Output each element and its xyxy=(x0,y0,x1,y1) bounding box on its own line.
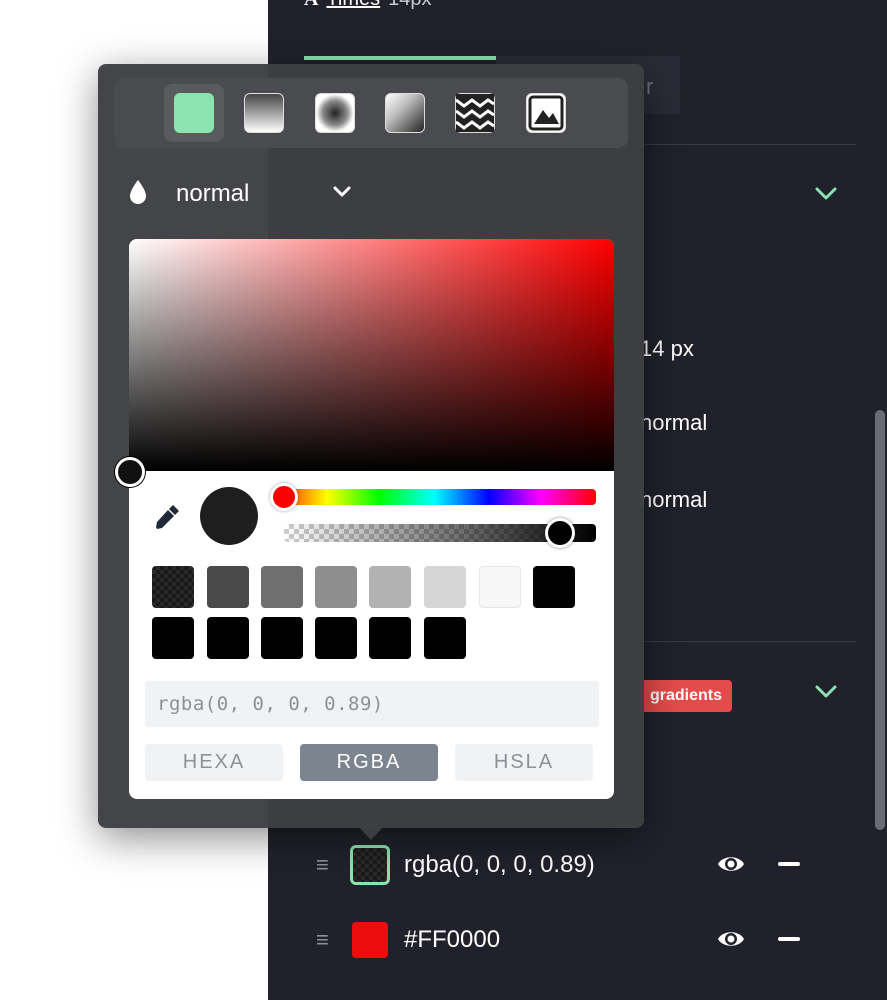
mode-rgba-button[interactable]: RGBA xyxy=(300,744,438,781)
remove-icon[interactable] xyxy=(778,862,800,866)
fill-layer-row[interactable]: ≡ #FF0000 xyxy=(316,915,836,965)
chevron-down-icon xyxy=(332,185,352,204)
preset-swatch[interactable] xyxy=(533,566,575,608)
preset-swatch[interactable] xyxy=(369,617,411,659)
popover-pointer xyxy=(358,826,384,840)
fill-swatch[interactable] xyxy=(350,845,390,885)
preset-swatch[interactable] xyxy=(152,617,194,659)
font-family-icon: A xyxy=(304,0,318,11)
solid-icon xyxy=(174,93,214,133)
preset-swatch[interactable] xyxy=(207,617,249,659)
font-style-field[interactable]: normal xyxy=(640,487,707,513)
font-size-field[interactable]: 14 px xyxy=(640,336,694,362)
preset-swatch[interactable] xyxy=(152,566,194,608)
fill-layer-row[interactable]: ≡ rgba(0, 0, 0, 0.89) xyxy=(316,840,836,890)
preset-swatch[interactable] xyxy=(315,566,357,608)
mode-hsla-button[interactable]: HSLA xyxy=(455,744,593,781)
fill-type-solid[interactable] xyxy=(164,84,224,142)
preset-swatch[interactable] xyxy=(369,566,411,608)
font-size-value: 14px xyxy=(388,0,431,11)
linear-gradient-icon xyxy=(244,93,284,133)
preset-swatch[interactable] xyxy=(207,566,249,608)
blend-mode-select[interactable]: normal xyxy=(128,176,408,212)
image-icon xyxy=(526,93,566,133)
eyedropper-icon[interactable] xyxy=(153,503,181,536)
gradients-badge: gradients xyxy=(640,680,733,712)
hue-slider[interactable] xyxy=(272,489,596,505)
font-row: A Times 14px xyxy=(304,0,432,11)
drop-icon xyxy=(128,179,148,210)
fill-swatch[interactable] xyxy=(352,922,388,958)
preset-swatch[interactable] xyxy=(261,617,303,659)
color-picker-popover: normal HEXA RGBA HSLA xyxy=(98,64,644,828)
preset-swatch[interactable] xyxy=(315,617,357,659)
font-weight-field[interactable]: normal xyxy=(640,410,707,436)
fill-type-bar xyxy=(114,78,628,148)
fill-type-pattern[interactable] xyxy=(445,84,505,142)
color-preview xyxy=(200,487,258,545)
font-family-link[interactable]: Times xyxy=(326,0,380,11)
fill-value[interactable]: rgba(0, 0, 0, 0.89) xyxy=(404,851,836,879)
fill-value[interactable]: #FF0000 xyxy=(404,926,836,954)
saturation-value-handle[interactable] xyxy=(115,457,145,487)
preset-swatch[interactable] xyxy=(261,566,303,608)
color-value-input[interactable] xyxy=(145,681,599,727)
fill-type-radial[interactable] xyxy=(305,84,365,142)
preset-swatch[interactable] xyxy=(479,566,521,608)
preset-swatch[interactable] xyxy=(424,617,466,659)
drag-handle-icon[interactable]: ≡ xyxy=(316,852,336,878)
pattern-icon xyxy=(455,93,495,133)
color-picker: HEXA RGBA HSLA xyxy=(115,239,614,799)
tab-other-label: r xyxy=(646,74,654,99)
fill-type-image[interactable] xyxy=(516,84,576,142)
eye-icon[interactable] xyxy=(716,850,746,883)
alpha-slider-handle[interactable] xyxy=(545,518,575,548)
remove-icon[interactable] xyxy=(778,937,800,941)
conic-gradient-icon xyxy=(385,93,425,133)
blend-mode-value: normal xyxy=(176,180,250,207)
eye-icon[interactable] xyxy=(716,925,746,958)
radial-gradient-icon xyxy=(315,93,355,133)
preset-swatch[interactable] xyxy=(424,566,466,608)
chevron-down-icon[interactable] xyxy=(814,186,838,202)
hue-slider-handle[interactable] xyxy=(270,483,298,511)
fill-type-conic[interactable] xyxy=(375,84,435,142)
mode-hexa-button[interactable]: HEXA xyxy=(145,744,283,781)
chevron-down-icon[interactable] xyxy=(814,684,838,700)
drag-handle-icon[interactable]: ≡ xyxy=(316,927,336,953)
scrollbar[interactable] xyxy=(875,410,885,830)
fill-type-linear[interactable] xyxy=(234,84,294,142)
saturation-value-area[interactable] xyxy=(129,239,614,471)
